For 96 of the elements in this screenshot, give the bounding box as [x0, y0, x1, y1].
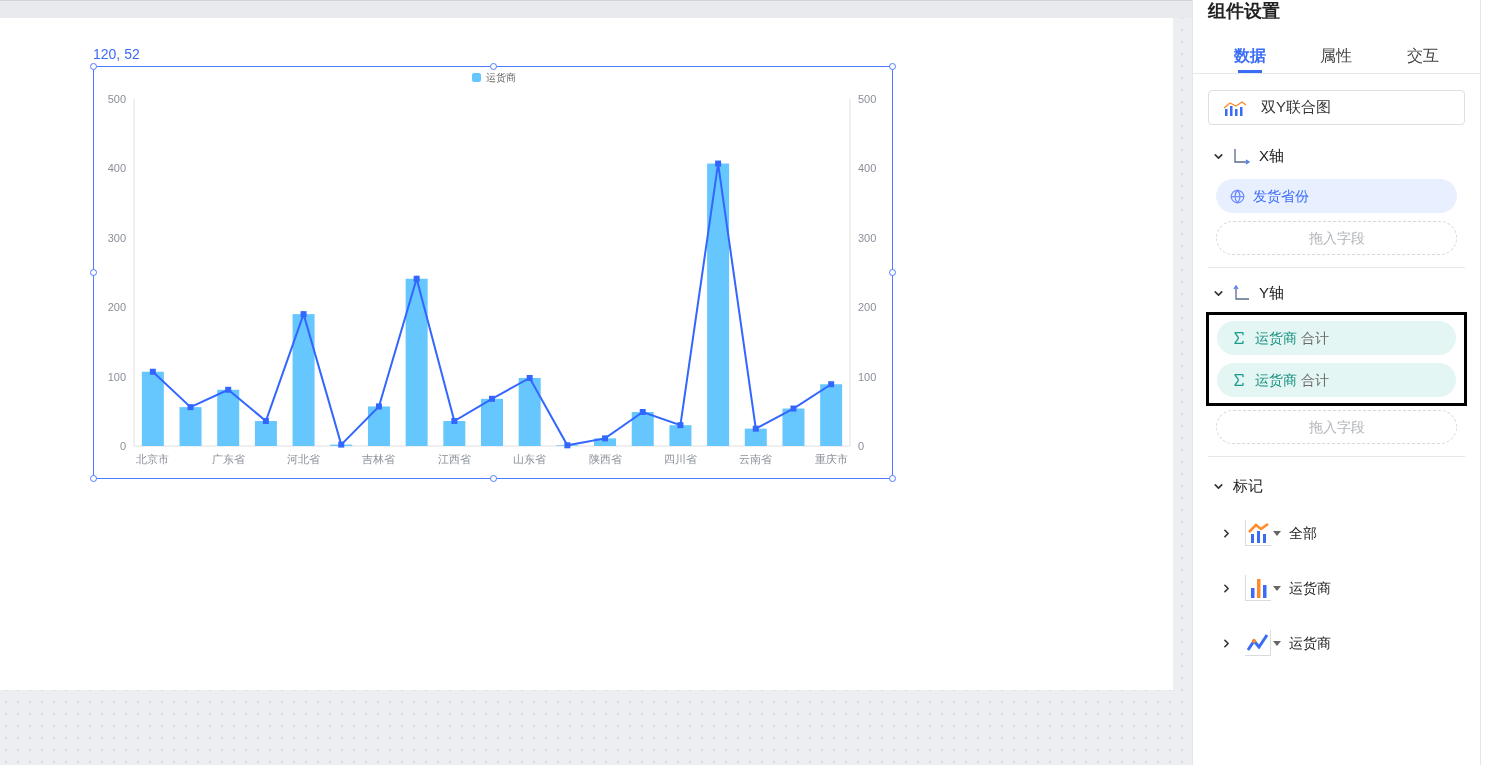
panel-tab[interactable]: 数据: [1207, 22, 1294, 73]
axis-corner-icon: [1233, 147, 1251, 165]
chart-frame[interactable]: 0 100 200 300 400 500 500 400 300 200 100 0 北京市 广东省 河北省 吉林省 江西省 山东省 陕西省 四川省 云南省 重庆市 运货商: [93, 66, 893, 479]
x-axis-label: 重庆市: [814, 453, 848, 465]
dropdown-caret-icon[interactable]: [1273, 585, 1281, 591]
section-title[interactable]: Y轴: [1259, 281, 1284, 305]
mark-label: 运货商: [1289, 633, 1331, 653]
bar: [518, 378, 541, 446]
field-name: 运货商: [1255, 370, 1297, 390]
line-point: [338, 441, 345, 448]
x-axis-label: 吉林省: [362, 453, 396, 465]
legend-item[interactable]: 运货商: [472, 72, 516, 83]
panel-tab[interactable]: 属性: [1293, 22, 1380, 73]
bar: [254, 421, 277, 446]
y-axis-label: 300: [858, 231, 877, 244]
legend-label: 运货商: [486, 72, 516, 83]
x-axis-label: 山东省: [513, 453, 547, 465]
y-axis-label: 200: [107, 301, 126, 314]
x-axis-label: 云南省: [739, 453, 773, 465]
y-axis-label: 500: [858, 93, 877, 105]
bar: [631, 412, 654, 446]
y-axis-label: 100: [858, 370, 877, 383]
measure-field-pill[interactable]: 运货商 合计: [1217, 321, 1456, 355]
line-point: [752, 425, 759, 432]
bar: [820, 384, 843, 446]
field-name: 发货省份: [1253, 186, 1309, 206]
bar: [481, 398, 503, 446]
position-label: 120, 52: [93, 45, 141, 64]
chart-type-selector[interactable]: 双Y联合图: [1208, 90, 1465, 125]
dropdown-caret-icon[interactable]: [1273, 530, 1281, 536]
panel-tab[interactable]: 交互: [1379, 22, 1466, 73]
dropdown-caret-icon[interactable]: [1273, 640, 1281, 646]
y-axis-label: 300: [107, 231, 126, 244]
y-axis-label: 400: [107, 162, 126, 175]
mark-label: 全部: [1289, 523, 1317, 543]
line-point: [451, 418, 458, 424]
line-point: [828, 381, 835, 388]
y-axis-label: 0: [858, 440, 865, 452]
y-axis-label: 400: [858, 162, 877, 175]
x-axis-label: 北京市: [136, 453, 170, 465]
line-point: [790, 405, 797, 412]
resize-handle[interactable]: [490, 475, 497, 482]
line-point: [262, 418, 269, 424]
mark-label: 运货商: [1289, 578, 1331, 598]
resize-handle[interactable]: [490, 63, 497, 70]
bar: [744, 428, 767, 446]
y-axis-label: 200: [858, 301, 877, 314]
x-axis-label: 四川省: [663, 453, 697, 465]
chart-type-label: 双Y联合图: [1261, 97, 1331, 118]
bar: [443, 421, 466, 446]
sigma-icon: [1231, 330, 1247, 346]
line-point: [715, 160, 722, 167]
sigma-icon: [1231, 372, 1247, 388]
line-point: [187, 404, 194, 411]
section-title[interactable]: X轴: [1259, 144, 1284, 168]
line-chart-icon: [1245, 630, 1271, 656]
line-point: [300, 311, 307, 318]
axis-corner-icon: [1233, 284, 1251, 302]
x-axis-label: 陕西省: [588, 453, 622, 465]
y-axis-label: 500: [107, 93, 126, 105]
resize-handle[interactable]: [889, 63, 896, 70]
bar: [179, 407, 202, 446]
y-axis-label: 100: [107, 370, 126, 383]
aggregate-label: 合计: [1301, 328, 1329, 348]
resize-handle[interactable]: [90, 475, 97, 482]
line-point: [375, 403, 382, 410]
bar: [217, 389, 240, 446]
y-axis-label: 0: [119, 440, 126, 452]
bar: [782, 408, 805, 446]
dimension-field-pill[interactable]: 发货省份: [1216, 179, 1457, 213]
line-point: [413, 275, 420, 282]
resize-handle[interactable]: [90, 269, 97, 276]
line-point: [149, 368, 156, 375]
line-point: [602, 435, 609, 442]
measure-field-pill[interactable]: 运货商 合计: [1217, 363, 1456, 397]
x-axis-label: 河北省: [287, 453, 321, 465]
panel-title: 组件设置: [1206, 0, 1281, 22]
globe-icon: [1230, 188, 1245, 204]
line-point: [564, 442, 571, 449]
line-point: [225, 386, 232, 393]
combo-chart-icon: [1245, 520, 1271, 546]
section-title[interactable]: 标记: [1233, 474, 1263, 498]
line-point: [489, 395, 495, 402]
x-axis-label: 江西省: [437, 453, 471, 465]
field-name: 运货商: [1255, 328, 1297, 348]
resize-handle[interactable]: [889, 269, 896, 276]
resize-handle[interactable]: [90, 63, 97, 70]
line-point: [677, 422, 684, 429]
aggregate-label: 合计: [1301, 370, 1329, 390]
line-point: [639, 409, 646, 415]
resize-handle[interactable]: [889, 475, 896, 482]
x-axis-label: 广东省: [211, 453, 245, 465]
bar: [367, 406, 390, 446]
bar-chart-icon: [1245, 575, 1271, 601]
line-point: [526, 375, 533, 381]
bar: [669, 425, 692, 446]
